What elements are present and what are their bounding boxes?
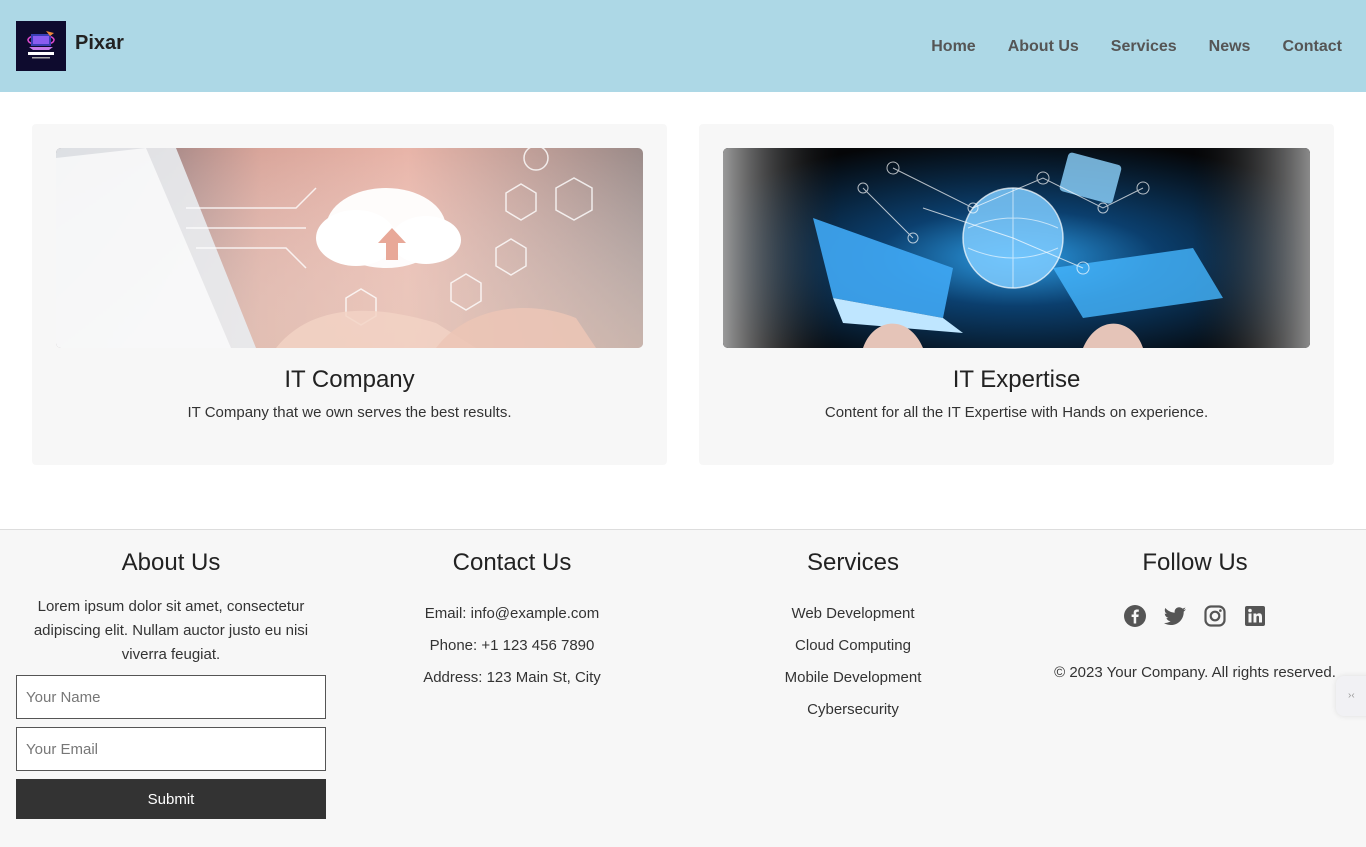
chevron-left-icon[interactable]: ›‹: [1336, 676, 1366, 716]
contact-phone: Phone: +1 123 456 7890: [429, 637, 595, 654]
card-title: IT Expertise: [952, 366, 1081, 393]
instagram-icon[interactable]: [1203, 604, 1227, 628]
nav-contact[interactable]: Contact: [1282, 37, 1342, 57]
nav-services[interactable]: Services: [1111, 37, 1177, 57]
footer-follow: Follow Us © 2023 Your Company. All right…: [1039, 530, 1351, 681]
twitter-icon[interactable]: [1163, 604, 1187, 628]
brand-name: Pixar: [75, 31, 124, 54]
nav-about-us[interactable]: About Us: [1008, 37, 1079, 57]
service-item[interactable]: Cloud Computing: [698, 630, 1008, 662]
card-it-company: IT Company IT Company that we own serves…: [32, 124, 667, 465]
footer-about-text: Lorem ipsum dolor sit amet, consectetur …: [33, 598, 309, 663]
service-item[interactable]: Cybersecurity: [698, 694, 1008, 726]
email-input[interactable]: [16, 727, 326, 771]
facebook-icon[interactable]: [1123, 604, 1147, 628]
site-header: Pixar Home About Us Services News Contac…: [0, 0, 1366, 92]
card-description: IT Company that we own serves the best r…: [187, 404, 512, 421]
card-image-globe: [723, 148, 1310, 348]
contact-address: Address: 123 Main St, City: [423, 669, 601, 686]
linkedin-icon[interactable]: [1243, 604, 1267, 628]
company-logo: [16, 21, 66, 71]
footer-about-heading: About Us: [121, 549, 221, 576]
card-title: IT Company: [284, 366, 415, 393]
footer-contact: Contact Us Email: info@example.com Phone…: [357, 530, 667, 694]
brand[interactable]: Pixar: [16, 21, 124, 71]
footer-follow-heading: Follow Us: [1142, 549, 1248, 576]
card-it-expertise: IT Expertise Content for all the IT Expe…: [699, 124, 1334, 465]
site-footer: About Us Lorem ipsum dolor sit amet, con…: [0, 529, 1366, 847]
copyright-text: © 2023 Your Company. All rights reserved…: [1054, 664, 1336, 681]
name-input[interactable]: [16, 675, 326, 719]
nav-news[interactable]: News: [1209, 37, 1251, 57]
service-item[interactable]: Mobile Development: [698, 662, 1008, 694]
submit-button[interactable]: Submit: [16, 779, 326, 819]
nav-home[interactable]: Home: [931, 37, 975, 57]
card-description: Content for all the IT Expertise with Ha…: [824, 404, 1209, 421]
service-item[interactable]: Web Development: [698, 598, 1008, 630]
footer-services-heading: Services: [806, 549, 900, 576]
contact-email: Email: info@example.com: [424, 605, 600, 622]
card-image-cloud: [56, 148, 643, 348]
footer-services: Services Web Development Cloud Computing…: [698, 530, 1008, 726]
footer-about: About Us Lorem ipsum dolor sit amet, con…: [16, 530, 326, 819]
social-links: [1039, 604, 1351, 628]
main-nav: Home About Us Services News Contact: [899, 37, 1342, 57]
footer-contact-heading: Contact Us: [452, 549, 572, 576]
